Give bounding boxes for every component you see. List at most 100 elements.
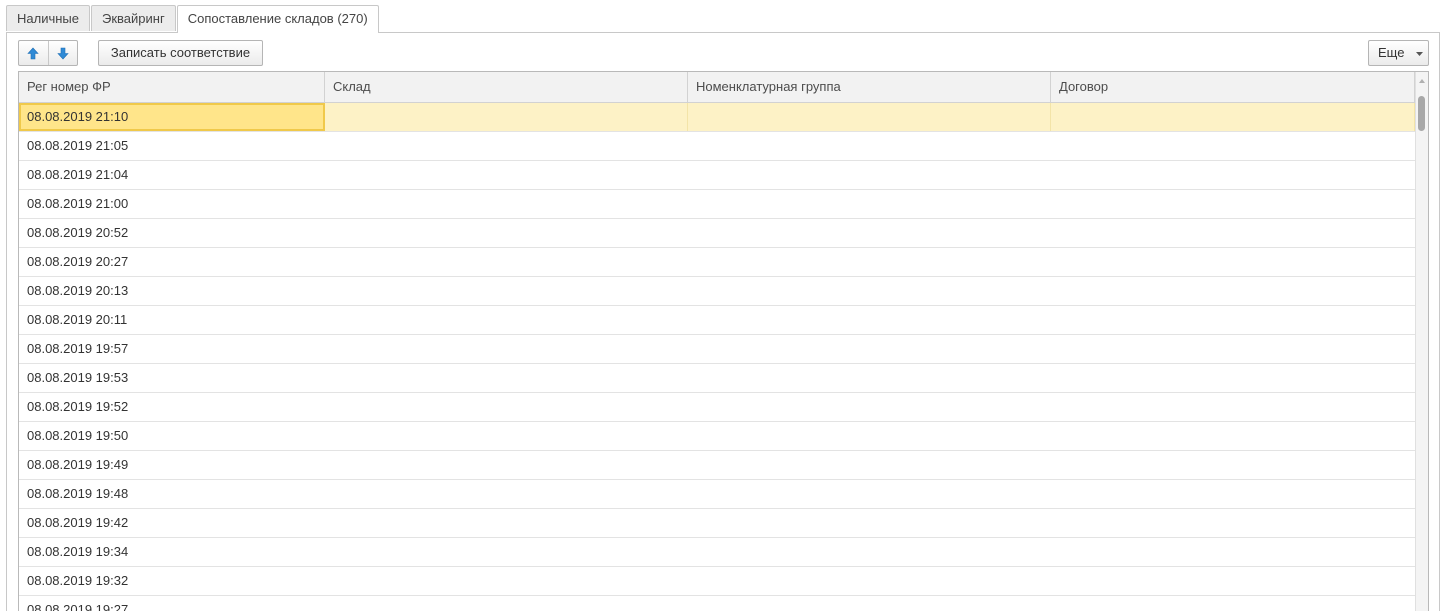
item-group-cell[interactable] xyxy=(688,422,1051,450)
contract-cell[interactable] xyxy=(1051,451,1415,479)
warehouse-cell[interactable] xyxy=(325,306,688,334)
column-header-warehouse[interactable]: Склад xyxy=(325,72,688,102)
table-row[interactable]: 08.08.2019 20:13 xyxy=(19,277,1415,306)
contract-cell[interactable] xyxy=(1051,364,1415,392)
reg-number-cell[interactable]: 08.08.2019 21:05 xyxy=(19,132,325,160)
tab-cash[interactable]: Наличные xyxy=(6,5,90,31)
table-row[interactable]: 08.08.2019 19:53 xyxy=(19,364,1415,393)
warehouse-cell[interactable] xyxy=(325,451,688,479)
warehouse-cell[interactable] xyxy=(325,538,688,566)
item-group-cell[interactable] xyxy=(688,509,1051,537)
table-row[interactable]: 08.08.2019 19:57 xyxy=(19,335,1415,364)
contract-cell[interactable] xyxy=(1051,393,1415,421)
contract-cell[interactable] xyxy=(1051,509,1415,537)
contract-cell[interactable] xyxy=(1051,480,1415,508)
reg-number-cell[interactable]: 08.08.2019 19:34 xyxy=(19,538,325,566)
contract-cell[interactable] xyxy=(1051,306,1415,334)
item-group-cell[interactable] xyxy=(688,277,1051,305)
reg-number-cell[interactable]: 08.08.2019 19:52 xyxy=(19,393,325,421)
reg-number-cell[interactable]: 08.08.2019 19:32 xyxy=(19,567,325,595)
item-group-cell[interactable] xyxy=(688,538,1051,566)
item-group-cell[interactable] xyxy=(688,103,1051,131)
contract-cell[interactable] xyxy=(1051,190,1415,218)
warehouse-cell[interactable] xyxy=(325,103,688,131)
table-row[interactable]: 08.08.2019 19:34 xyxy=(19,538,1415,567)
warehouse-cell[interactable] xyxy=(325,335,688,363)
item-group-cell[interactable] xyxy=(688,190,1051,218)
contract-cell[interactable] xyxy=(1051,161,1415,189)
reg-number-cell[interactable]: 08.08.2019 19:50 xyxy=(19,422,325,450)
save-mapping-button[interactable]: Записать соответствие xyxy=(98,40,263,66)
warehouse-cell[interactable] xyxy=(325,132,688,160)
more-button[interactable]: Еще xyxy=(1368,40,1429,66)
table-row[interactable]: 08.08.2019 20:52 xyxy=(19,219,1415,248)
move-down-button[interactable] xyxy=(47,41,78,65)
scroll-thumb[interactable] xyxy=(1418,96,1425,131)
warehouse-cell[interactable] xyxy=(325,509,688,537)
warehouse-cell[interactable] xyxy=(325,393,688,421)
item-group-cell[interactable] xyxy=(688,335,1051,363)
reg-number-cell[interactable]: 08.08.2019 19:42 xyxy=(19,509,325,537)
scroll-up-arrow-icon[interactable] xyxy=(1419,79,1425,83)
table-row[interactable]: 08.08.2019 21:04 xyxy=(19,161,1415,190)
tab-warehouse-mapping[interactable]: Сопоставление складов (270) xyxy=(176,5,379,33)
warehouse-cell[interactable] xyxy=(325,364,688,392)
table-row[interactable]: 08.08.2019 19:42 xyxy=(19,509,1415,538)
table-row[interactable]: 08.08.2019 21:10 xyxy=(19,103,1415,132)
item-group-cell[interactable] xyxy=(688,451,1051,479)
reg-number-cell[interactable]: 08.08.2019 19:48 xyxy=(19,480,325,508)
warehouse-cell[interactable] xyxy=(325,567,688,595)
move-up-button[interactable] xyxy=(19,41,48,65)
warehouse-cell[interactable] xyxy=(325,596,688,611)
item-group-cell[interactable] xyxy=(688,306,1051,334)
reg-number-cell[interactable]: 08.08.2019 19:57 xyxy=(19,335,325,363)
reg-number-cell[interactable]: 08.08.2019 20:27 xyxy=(19,248,325,276)
warehouse-cell[interactable] xyxy=(325,248,688,276)
table-row[interactable]: 08.08.2019 20:27 xyxy=(19,248,1415,277)
warehouse-cell[interactable] xyxy=(325,161,688,189)
table-row[interactable]: 08.08.2019 21:00 xyxy=(19,190,1415,219)
contract-cell[interactable] xyxy=(1051,335,1415,363)
table-row[interactable]: 08.08.2019 21:05 xyxy=(19,132,1415,161)
column-header-reg-number[interactable]: Рег номер ФР xyxy=(19,72,325,102)
item-group-cell[interactable] xyxy=(688,480,1051,508)
reg-number-cell[interactable]: 08.08.2019 19:49 xyxy=(19,451,325,479)
reg-number-cell[interactable]: 08.08.2019 19:53 xyxy=(19,364,325,392)
reg-number-cell[interactable]: 08.08.2019 20:11 xyxy=(19,306,325,334)
warehouse-cell[interactable] xyxy=(325,422,688,450)
item-group-cell[interactable] xyxy=(688,248,1051,276)
item-group-cell[interactable] xyxy=(688,567,1051,595)
table-row[interactable]: 08.08.2019 19:50 xyxy=(19,422,1415,451)
warehouse-cell[interactable] xyxy=(325,219,688,247)
item-group-cell[interactable] xyxy=(688,132,1051,160)
table-row[interactable]: 08.08.2019 19:48 xyxy=(19,480,1415,509)
contract-cell[interactable] xyxy=(1051,567,1415,595)
reg-number-cell[interactable]: 08.08.2019 19:27 xyxy=(19,596,325,611)
contract-cell[interactable] xyxy=(1051,132,1415,160)
table-row[interactable]: 08.08.2019 19:49 xyxy=(19,451,1415,480)
reg-number-cell[interactable]: 08.08.2019 21:10 xyxy=(19,103,325,131)
tab-acquiring[interactable]: Эквайринг xyxy=(91,5,176,31)
reg-number-cell[interactable]: 08.08.2019 20:13 xyxy=(19,277,325,305)
item-group-cell[interactable] xyxy=(688,393,1051,421)
table-row[interactable]: 08.08.2019 19:32 xyxy=(19,567,1415,596)
vertical-scrollbar[interactable] xyxy=(1415,72,1428,611)
item-group-cell[interactable] xyxy=(688,596,1051,611)
contract-cell[interactable] xyxy=(1051,422,1415,450)
table-row[interactable]: 08.08.2019 20:11 xyxy=(19,306,1415,335)
column-header-contract[interactable]: Договор xyxy=(1051,72,1415,102)
item-group-cell[interactable] xyxy=(688,364,1051,392)
column-header-item-group[interactable]: Номенклатурная группа xyxy=(688,72,1051,102)
warehouse-cell[interactable] xyxy=(325,277,688,305)
table-row[interactable]: 08.08.2019 19:27 xyxy=(19,596,1415,611)
contract-cell[interactable] xyxy=(1051,277,1415,305)
contract-cell[interactable] xyxy=(1051,596,1415,611)
item-group-cell[interactable] xyxy=(688,161,1051,189)
warehouse-cell[interactable] xyxy=(325,190,688,218)
reg-number-cell[interactable]: 08.08.2019 21:00 xyxy=(19,190,325,218)
reg-number-cell[interactable]: 08.08.2019 21:04 xyxy=(19,161,325,189)
contract-cell[interactable] xyxy=(1051,219,1415,247)
table-row[interactable]: 08.08.2019 19:52 xyxy=(19,393,1415,422)
warehouse-cell[interactable] xyxy=(325,480,688,508)
contract-cell[interactable] xyxy=(1051,103,1415,131)
